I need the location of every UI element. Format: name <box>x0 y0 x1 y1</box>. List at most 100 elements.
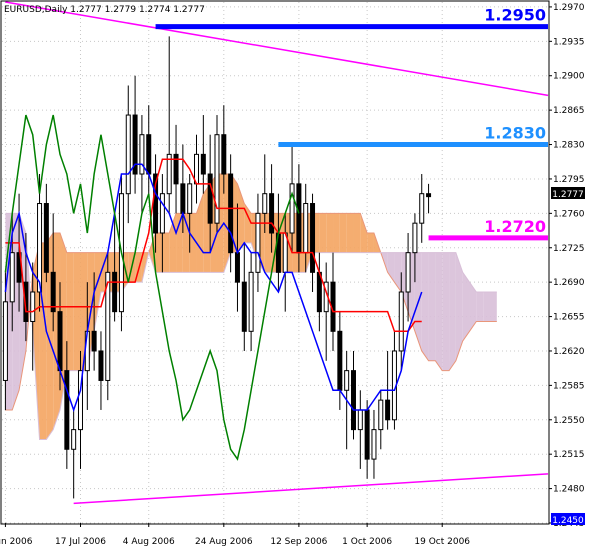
candle-body <box>214 134 220 224</box>
current-price-box: 1.2777 <box>551 187 585 200</box>
y-tick-label: 1.2620 <box>553 347 585 357</box>
y-tick-label: 1.2725 <box>553 244 585 254</box>
candle-body <box>255 212 261 273</box>
candle-body <box>412 222 418 254</box>
cloud-segment <box>449 252 456 371</box>
candle-body <box>371 429 377 460</box>
x-tick-label: 17 Jul 2006 <box>55 537 106 547</box>
level-label: 1.2720 <box>484 217 546 236</box>
chart-title: EURUSD,Daily 1.2777 1.2779 1.2774 1.2777 <box>4 5 205 15</box>
candle-body <box>364 409 370 460</box>
cloud-segment <box>319 213 327 253</box>
cloud-segment <box>442 252 450 371</box>
cloud-segment <box>189 213 197 273</box>
candle-body <box>221 134 227 175</box>
y-tick-label: 1.2655 <box>553 313 585 323</box>
cloud-segment <box>476 291 484 322</box>
candle-body <box>187 183 193 214</box>
candle-body <box>139 134 145 175</box>
candle-body <box>357 409 363 431</box>
cloud-segment <box>428 252 436 361</box>
y-tick-label: 1.2865 <box>553 106 585 116</box>
x-tick-label: 19 Oct 2006 <box>414 537 470 547</box>
cloud-segment <box>353 213 361 253</box>
cloud-segment <box>483 291 490 322</box>
candle-body <box>234 252 240 283</box>
y-tick-label: 1.2585 <box>553 381 585 391</box>
y-tick-label: 1.2795 <box>553 175 585 185</box>
cloud-segment <box>421 252 429 361</box>
candle-body <box>296 183 302 254</box>
x-tick-label: 1 Oct 2006 <box>342 537 392 547</box>
y-tick-label: 1.2970 <box>553 3 585 13</box>
candle-body <box>98 350 104 381</box>
y-tick-label: 1.2690 <box>553 278 585 288</box>
candle-body <box>207 173 213 224</box>
cloud-segment <box>367 233 374 253</box>
candle-body <box>269 193 275 234</box>
cloud-segment <box>73 252 81 371</box>
level-label: 1.2950 <box>484 6 546 25</box>
candle-body <box>303 203 309 254</box>
candle-body <box>398 291 404 352</box>
level-label: 1.2830 <box>484 124 546 143</box>
candle-body <box>30 291 36 322</box>
candle-body <box>180 183 186 214</box>
low-price-box: 1.2450 <box>551 513 585 526</box>
candle-body <box>248 271 254 332</box>
candle-body <box>9 252 15 303</box>
y-tick-label: 1.2900 <box>553 72 585 82</box>
candle-body <box>241 281 247 332</box>
candle-body <box>146 134 152 175</box>
cloud-segment <box>489 291 497 322</box>
candle-body <box>228 173 234 254</box>
candle-body <box>310 203 316 273</box>
y-tick-label: 1.2830 <box>553 141 585 151</box>
x-tick-label: 28 Jun 2006 <box>0 537 33 547</box>
price-chart[interactable]: 1.2950 1.2830 1.2720 1.2970 1.2935 1.2900 1.2… <box>0 0 592 549</box>
cloud-segment <box>333 213 340 253</box>
y-tick-label: 1.2480 <box>553 485 585 495</box>
candle-body <box>64 370 70 450</box>
cloud-segment <box>435 252 443 371</box>
cloud-segment <box>462 272 470 342</box>
candle-body <box>91 330 97 352</box>
candle-body <box>37 203 43 293</box>
cloud-segment <box>155 233 163 273</box>
y-tick-label: 1.2550 <box>553 416 585 426</box>
candle-body <box>289 183 295 234</box>
cloud-segment <box>339 213 347 253</box>
candle-body <box>2 301 8 381</box>
y-tick-label: 1.2760 <box>553 209 585 219</box>
candle <box>105 252 111 401</box>
candle-body <box>426 193 432 198</box>
candle-body <box>125 114 131 195</box>
candle-body <box>344 370 350 391</box>
cloud-segment <box>326 213 334 253</box>
candle-body <box>43 203 49 273</box>
low-price-label: 1.2450 <box>552 516 584 526</box>
candle-body <box>166 153 172 195</box>
y-tick-label: 1.2935 <box>553 37 585 47</box>
candle-body <box>419 193 425 224</box>
candle-body <box>337 330 343 391</box>
cloud-segment <box>346 213 354 253</box>
current-price-label: 1.2777 <box>552 190 584 200</box>
candle-body <box>112 271 118 313</box>
cloud-segment <box>162 233 170 273</box>
cloud-segment <box>66 252 74 371</box>
candle-body <box>405 252 411 293</box>
candle-body <box>159 193 165 234</box>
candle-body <box>385 399 391 421</box>
candle-body <box>50 271 56 313</box>
candle-body <box>378 399 384 431</box>
candle-body <box>350 370 356 431</box>
x-tick-label: 12 Sep 2006 <box>270 537 327 547</box>
candle-body <box>71 429 77 450</box>
y-tick-label: 1.2515 <box>553 450 585 460</box>
x-tick-label: 24 Aug 2006 <box>195 537 253 547</box>
candle-body <box>200 153 206 175</box>
candle-body <box>57 311 63 372</box>
x-tick-label: 4 Aug 2006 <box>123 537 175 547</box>
candle-body <box>262 193 268 214</box>
